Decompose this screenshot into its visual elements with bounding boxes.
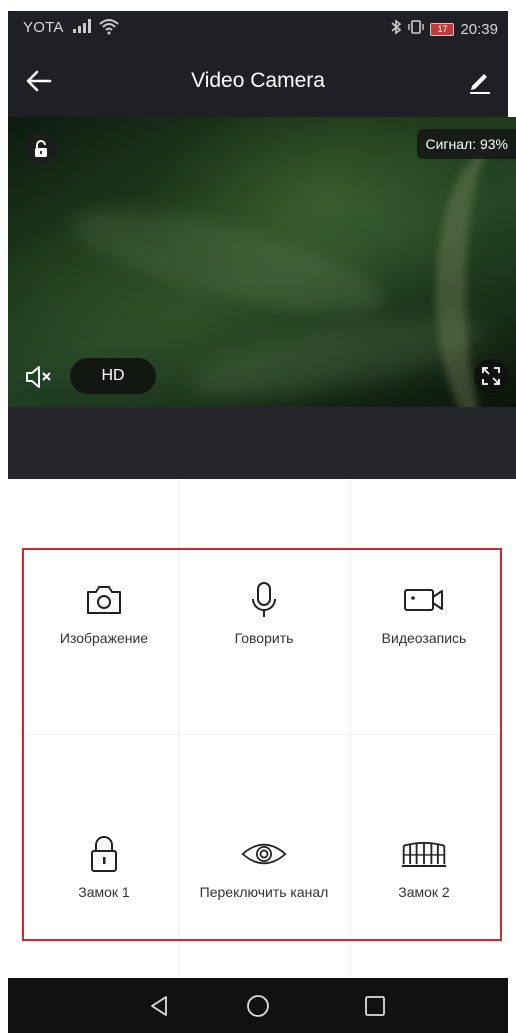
recents-square-icon[interactable]: [362, 993, 388, 1019]
eye-icon: [240, 834, 288, 874]
clock: 20:39: [460, 20, 498, 38]
edit-pencil-icon[interactable]: [464, 65, 494, 95]
record-button[interactable]: Видеозапись: [344, 580, 504, 646]
talk-button[interactable]: Говорить: [184, 580, 344, 646]
back-arrow-icon[interactable]: [24, 67, 54, 95]
app-bar: Video Camera: [8, 45, 508, 117]
talk-label: Говорить: [234, 630, 294, 646]
lock-1-button[interactable]: Замок 1: [24, 834, 184, 900]
gate-icon: [400, 834, 448, 874]
microphone-icon: [240, 580, 288, 620]
page-title: Video Camera: [191, 69, 325, 92]
lock-2-button[interactable]: Замок 2: [344, 834, 504, 900]
system-nav-bar: [8, 978, 508, 1033]
home-circle-icon[interactable]: [245, 993, 271, 1019]
lock-icon: [80, 834, 128, 874]
signal-strength-badge: Сигнал: 93%: [417, 129, 516, 159]
snapshot-label: Изображение: [59, 630, 149, 646]
controls-panel: Изображение Говорить Видеозапись Замок 1…: [22, 548, 502, 941]
back-triangle-icon[interactable]: [146, 993, 172, 1019]
video-feed[interactable]: Сигнал: 93% HD: [8, 117, 516, 407]
bluetooth-icon: [390, 19, 402, 39]
record-label: Видеозапись: [381, 630, 467, 646]
battery-icon: 17: [430, 22, 455, 36]
vibrate-icon: [408, 19, 425, 39]
switch-channel-button[interactable]: Переключить канал: [184, 834, 344, 900]
status-bar: YOTA 17 20:39: [8, 11, 508, 45]
fullscreen-icon[interactable]: [474, 359, 508, 393]
lock-2-label: Замок 2: [398, 884, 450, 900]
lock-1-label: Замок 1: [78, 884, 130, 900]
video-bottom-band: [8, 407, 516, 479]
video-record-icon: [400, 580, 448, 620]
switch-channel-label: Переключить канал: [199, 884, 329, 900]
video-texture: [64, 189, 392, 335]
mute-speaker-icon[interactable]: [22, 360, 56, 394]
camera-icon: [80, 580, 128, 620]
wifi-icon: [98, 18, 120, 40]
unlock-icon[interactable]: [25, 133, 57, 165]
quality-toggle-button[interactable]: HD: [70, 358, 156, 394]
carrier-name: YOTA: [23, 19, 64, 36]
cell-signal-icon: [72, 18, 94, 38]
snapshot-button[interactable]: Изображение: [24, 580, 184, 646]
